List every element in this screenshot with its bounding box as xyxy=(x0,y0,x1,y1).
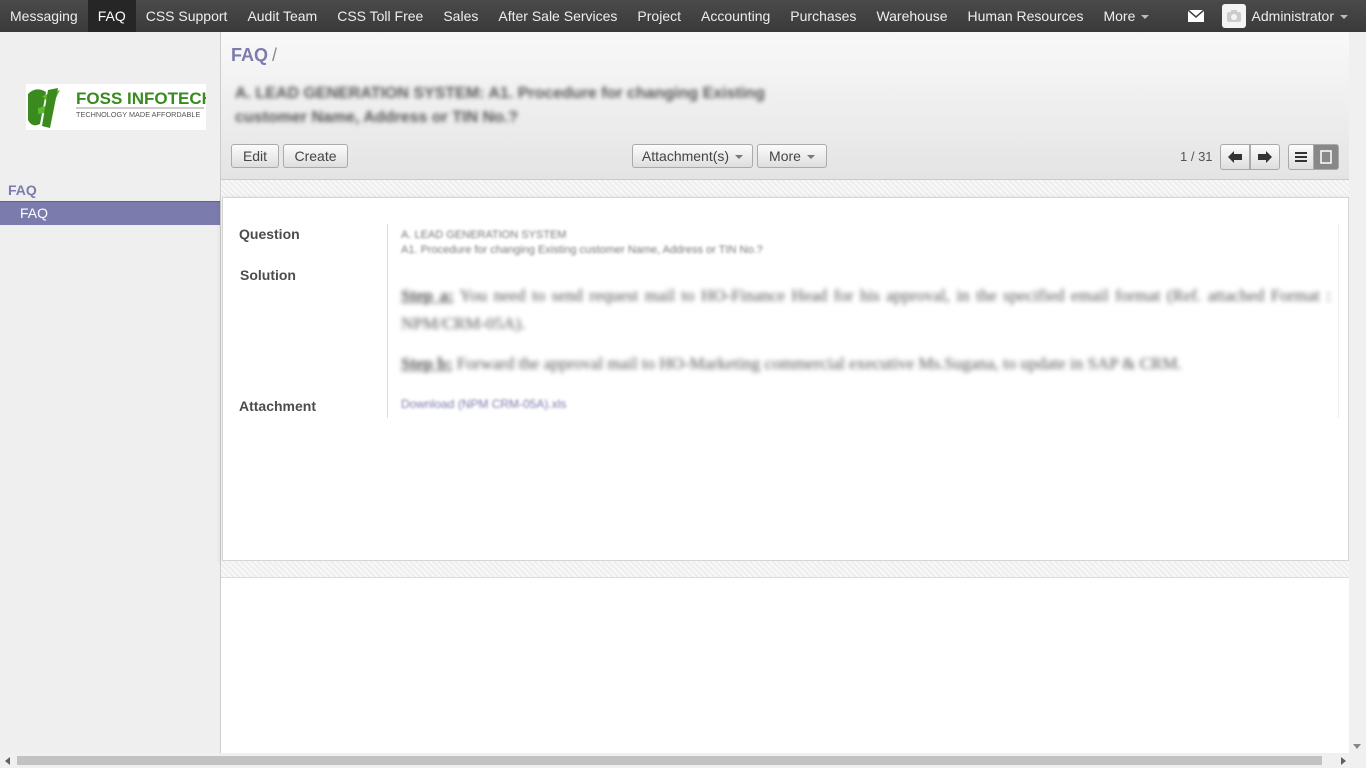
menu-item-human-resources[interactable]: Human Resources xyxy=(958,0,1094,32)
menu-item-after-sale-services[interactable]: After Sale Services xyxy=(488,0,627,32)
top-menu-bar: Messaging FAQ CSS Support Audit Team CSS Tol… xyxy=(0,0,1366,32)
form-view-button[interactable] xyxy=(1313,144,1339,170)
chevron-down-icon xyxy=(1141,15,1150,19)
form-background-bottom xyxy=(221,561,1349,578)
arrow-right-icon xyxy=(1258,151,1272,163)
menu-item-warehouse[interactable]: Warehouse xyxy=(866,0,957,32)
camera-icon xyxy=(1226,10,1241,22)
breadcrumb: FAQ / xyxy=(231,45,277,66)
edit-button[interactable]: Edit xyxy=(231,144,279,168)
main-menu: Messaging FAQ CSS Support Audit Team CSS Tol… xyxy=(0,0,1093,32)
list-view-button[interactable] xyxy=(1288,144,1314,170)
step-a-text: You need to send request mail to HO-Fina… xyxy=(401,286,1331,333)
menu-item-purchases[interactable]: Purchases xyxy=(780,0,866,32)
solution-step-a: Step a: You need to send request mail to… xyxy=(401,282,1331,338)
attachments-button[interactable]: Attachment(s) xyxy=(632,144,753,168)
record-title: A. LEAD GENERATION SYSTEM: A1. Procedure… xyxy=(235,85,765,126)
menu-item-audit-team[interactable]: Audit Team xyxy=(237,0,327,32)
pager-previous-button[interactable] xyxy=(1220,144,1250,170)
step-a-label: Step a: xyxy=(401,286,454,305)
logo-brand: FOSS INFOTECH xyxy=(76,89,206,108)
attachments-label: Attachment(s) xyxy=(641,148,730,164)
logo-tagline: TECHNOLOGY MADE AFFORDABLE xyxy=(76,110,200,119)
menu-item-project[interactable]: Project xyxy=(627,0,691,32)
more-actions-label: More xyxy=(769,148,801,164)
avatar[interactable] xyxy=(1221,4,1246,28)
menu-item-sales[interactable]: Sales xyxy=(433,0,488,32)
step-b-label: Step b: xyxy=(401,354,453,373)
solution-value: Step a: You need to send request mail to… xyxy=(401,282,1331,390)
scroll-down-icon[interactable] xyxy=(1353,744,1361,749)
question-label: Question xyxy=(239,226,300,242)
horizontal-scroll-thumb[interactable] xyxy=(17,756,1322,765)
chevron-down-icon xyxy=(1340,15,1348,19)
envelope-icon[interactable] xyxy=(1187,10,1204,22)
company-logo[interactable]: FOSS INFOTECH TECHNOLOGY MADE AFFORDABLE xyxy=(26,84,214,130)
chevron-down-icon xyxy=(735,155,744,159)
sidebar-heading: FAQ xyxy=(8,182,37,198)
question-value: A. LEAD GENERATION SYSTEM A1. Procedure … xyxy=(401,228,763,258)
pager-value[interactable]: 1 / 31 xyxy=(1180,149,1213,164)
menu-item-css-support[interactable]: CSS Support xyxy=(136,0,238,32)
menu-item-accounting[interactable]: Accounting xyxy=(691,0,780,32)
more-actions-button[interactable]: More xyxy=(757,144,827,168)
form-content: Question Solution Attachment A. LEAD GEN… xyxy=(221,180,1349,753)
solution-label: Solution xyxy=(240,267,296,283)
field-divider xyxy=(387,224,388,418)
arrow-left-icon xyxy=(1228,151,1242,163)
breadcrumb-faq[interactable]: FAQ xyxy=(231,45,268,65)
step-b-text: Forward the approval mail to HO-Marketin… xyxy=(452,354,1182,373)
attachment-label: Attachment xyxy=(239,398,317,414)
user-menu[interactable]: Administrator xyxy=(1252,8,1348,24)
list-view-icon xyxy=(1295,152,1307,162)
menu-item-messaging[interactable]: Messaging xyxy=(0,0,88,32)
control-panel: FAQ / A. LEAD GENERATION SYSTEM: A1. Proc… xyxy=(221,32,1349,180)
scroll-left-icon[interactable] xyxy=(5,757,10,765)
user-area: Administrator xyxy=(1187,0,1366,32)
chevron-down-icon xyxy=(806,155,815,159)
vertical-scrollbar[interactable] xyxy=(1349,32,1366,753)
question-line: A. LEAD GENERATION SYSTEM xyxy=(401,229,567,241)
field-divider-right xyxy=(1338,224,1339,418)
sidebar: FOSS INFOTECH TECHNOLOGY MADE AFFORDABLE… xyxy=(0,32,221,753)
breadcrumb-separator: / xyxy=(272,45,278,65)
user-name: Administrator xyxy=(1251,8,1334,24)
horizontal-scrollbar[interactable] xyxy=(0,753,1366,768)
menu-item-css-toll-free[interactable]: CSS Toll Free xyxy=(327,0,433,32)
question-line: A1. Procedure for changing Existing cust… xyxy=(401,244,763,256)
more-menu-button[interactable]: More xyxy=(1093,0,1159,32)
attachment-download-link[interactable]: Download (NPM CRM-05A).xls xyxy=(401,397,566,411)
form-sheet: Question Solution Attachment A. LEAD GEN… xyxy=(222,197,1349,561)
create-button[interactable]: Create xyxy=(283,144,348,168)
menu-item-faq[interactable]: FAQ xyxy=(87,0,136,32)
scroll-right-icon[interactable] xyxy=(1341,757,1346,765)
sidebar-item-faq[interactable]: FAQ xyxy=(0,201,220,225)
solution-step-b: Step b: Forward the approval mail to HO-… xyxy=(401,350,1331,378)
form-background-top xyxy=(221,180,1349,197)
more-menu-label: More xyxy=(1103,8,1136,24)
form-view-icon xyxy=(1320,150,1332,164)
pager-next-button[interactable] xyxy=(1250,144,1280,170)
